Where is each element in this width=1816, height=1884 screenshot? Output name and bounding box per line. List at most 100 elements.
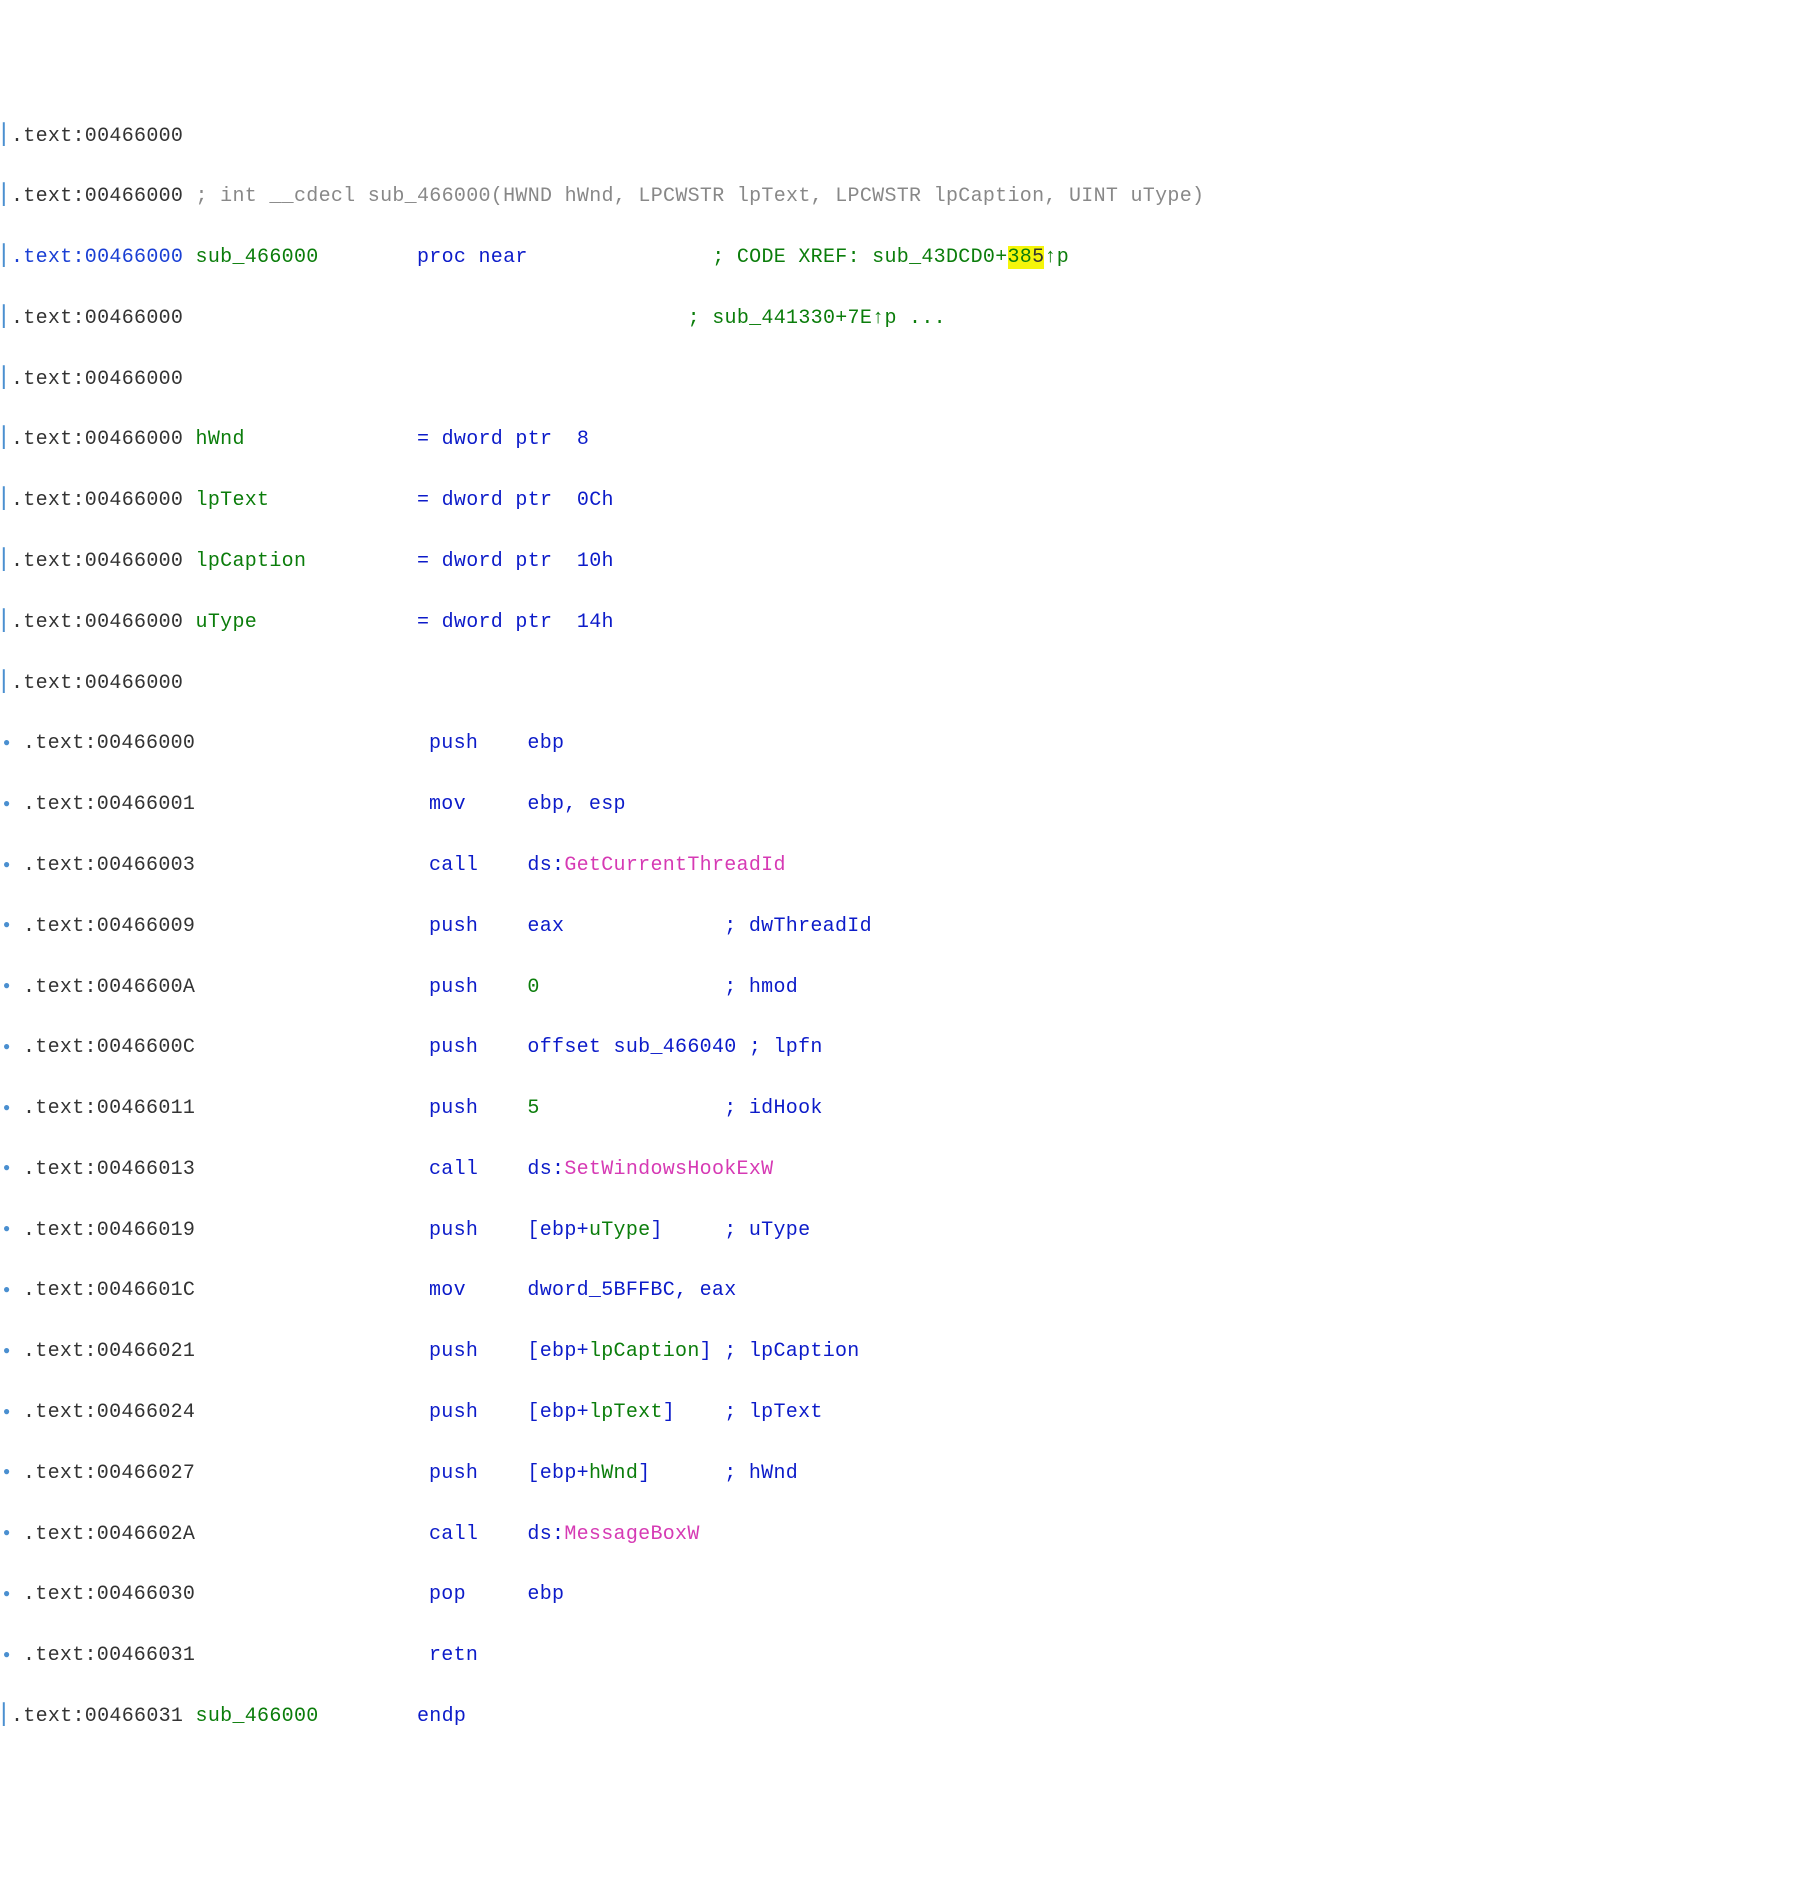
fold-bar-icon: ▏: [3, 182, 11, 212]
breakpoint-icon[interactable]: ●: [3, 977, 23, 995]
address: .text:00466011: [23, 1097, 195, 1120]
breakpoint-icon[interactable]: ●: [3, 1646, 23, 1664]
fold-bar-icon: ▏: [3, 547, 11, 577]
xref[interactable]: ; sub_441330+7E↑p ...: [688, 307, 946, 330]
address: .text:00466021: [23, 1340, 195, 1363]
operand: ebp, esp: [527, 793, 625, 816]
breakpoint-icon[interactable]: ●: [3, 1403, 23, 1421]
disasm-line[interactable]: ●.text:0046600C push offset sub_466040 ;…: [3, 1033, 1816, 1063]
local-var[interactable]: uType: [196, 611, 258, 634]
address: .text:0046600A: [23, 976, 195, 999]
disasm-line[interactable]: ●.text:0046602A call ds:MessageBoxW: [3, 1520, 1816, 1550]
breakpoint-icon[interactable]: ●: [3, 1524, 23, 1542]
breakpoint-icon[interactable]: ●: [3, 916, 23, 934]
arg-comment: ; hWnd: [724, 1462, 798, 1485]
local-var-ref[interactable]: lpText: [589, 1401, 663, 1424]
api-call[interactable]: SetWindowsHookExW: [564, 1158, 773, 1181]
breakpoint-icon[interactable]: ●: [3, 856, 23, 874]
local-var[interactable]: lpCaption: [196, 550, 307, 573]
breakpoint-icon[interactable]: ●: [3, 1038, 23, 1056]
operand: ]: [663, 1401, 675, 1424]
disasm-line[interactable]: ▏.text:00466000 sub_466000 proc near ; C…: [3, 243, 1816, 273]
local-var-ref[interactable]: hWnd: [589, 1462, 638, 1485]
address: .text:0046601C: [23, 1279, 195, 1302]
breakpoint-icon[interactable]: ●: [3, 795, 23, 813]
disasm-line[interactable]: ●.text:00466031 retn: [3, 1641, 1816, 1671]
operand: ]: [650, 1219, 662, 1242]
disasm-line[interactable]: ●.text:00466019 push [ebp+uType] ; uType: [3, 1216, 1816, 1246]
breakpoint-icon[interactable]: ●: [3, 1342, 23, 1360]
address: .text:00466000: [11, 550, 183, 573]
address: .text:00466000: [11, 611, 183, 634]
disasm-line[interactable]: ▏.text:00466000 hWnd = dword ptr 8: [3, 425, 1816, 455]
address: .text:00466000: [11, 672, 183, 695]
disasm-line[interactable]: ●.text:00466001 mov ebp, esp: [3, 790, 1816, 820]
mnemonic: retn: [429, 1644, 478, 1667]
disasm-line[interactable]: ●.text:00466024 push [ebp+lpText] ; lpTe…: [3, 1398, 1816, 1428]
disasm-line[interactable]: ●.text:00466030 pop ebp: [3, 1580, 1816, 1610]
address: .text:00466019: [23, 1219, 195, 1242]
proc-name[interactable]: sub_466000: [196, 1705, 319, 1728]
local-var-ref[interactable]: lpCaption: [589, 1340, 700, 1363]
operand: 0: [527, 976, 539, 999]
disasm-line[interactable]: ●.text:0046601C mov dword_5BFFBC, eax: [3, 1276, 1816, 1306]
fold-bar-icon: ▏: [3, 122, 11, 152]
mnemonic: push: [429, 1340, 478, 1363]
address: .text:00466031: [23, 1644, 195, 1667]
operand: ebp: [527, 732, 564, 755]
breakpoint-icon[interactable]: ●: [3, 1585, 23, 1603]
operand-symbol[interactable]: sub_466040: [614, 1036, 737, 1059]
operand: ebp: [527, 1583, 564, 1606]
proc-name[interactable]: sub_466000: [196, 246, 319, 269]
disasm-line[interactable]: ▏.text:00466000: [3, 669, 1816, 699]
breakpoint-icon[interactable]: ●: [3, 1159, 23, 1177]
breakpoint-icon[interactable]: ●: [3, 1220, 23, 1238]
breakpoint-icon[interactable]: ●: [3, 1281, 23, 1299]
local-var[interactable]: hWnd: [196, 428, 245, 451]
var-def: = dword ptr 14h: [417, 611, 614, 634]
local-var[interactable]: lpText: [196, 489, 270, 512]
operand: [ebp+: [527, 1340, 589, 1363]
mnemonic: push: [429, 1462, 478, 1485]
operand: ]: [700, 1340, 712, 1363]
operand: [ebp+: [527, 1219, 589, 1242]
api-call[interactable]: GetCurrentThreadId: [564, 854, 785, 877]
xref[interactable]: ; CODE XREF: sub_43DCD0+385↑p: [712, 246, 1069, 269]
address: .text:00466000: [11, 307, 183, 330]
disasm-line[interactable]: ▏.text:00466000 uType = dword ptr 14h: [3, 608, 1816, 638]
disasm-line[interactable]: ▏.text:00466031 sub_466000 endp: [3, 1702, 1816, 1732]
fold-bar-icon: ▏: [3, 425, 11, 455]
breakpoint-icon[interactable]: ●: [3, 734, 23, 752]
disasm-line[interactable]: ▏.text:00466000 lpCaption = dword ptr 10…: [3, 547, 1816, 577]
var-def: = dword ptr 0Ch: [417, 489, 614, 512]
disasm-line[interactable]: ●.text:00466011 push 5 ; idHook: [3, 1094, 1816, 1124]
disasm-line[interactable]: ▏.text:00466000 ; sub_441330+7E↑p ...: [3, 304, 1816, 334]
arg-comment: ; hmod: [724, 976, 798, 999]
operand: ]: [638, 1462, 650, 1485]
arg-comment: ; idHook: [724, 1097, 822, 1120]
arg-comment: ; lpCaption: [724, 1340, 859, 1363]
address: .text:00466027: [23, 1462, 195, 1485]
disasm-line[interactable]: ●.text:00466021 push [ebp+lpCaption] ; l…: [3, 1337, 1816, 1367]
disasm-line[interactable]: ▏.text:00466000 ; int __cdecl sub_466000…: [3, 182, 1816, 212]
breakpoint-icon[interactable]: ●: [3, 1099, 23, 1117]
arg-comment: ; uType: [724, 1219, 810, 1242]
breakpoint-icon[interactable]: ●: [3, 1463, 23, 1481]
address: .text:00466000: [11, 489, 183, 512]
disasm-line[interactable]: ●.text:0046600A push 0 ; hmod: [3, 973, 1816, 1003]
disasm-line[interactable]: ▏.text:00466000: [3, 122, 1816, 152]
disasm-line[interactable]: ●.text:00466000 push ebp: [3, 729, 1816, 759]
mnemonic: push: [429, 1036, 478, 1059]
api-call[interactable]: MessageBoxW: [564, 1523, 699, 1546]
local-var-ref[interactable]: uType: [589, 1219, 651, 1242]
disasm-line[interactable]: ●.text:00466009 push eax ; dwThreadId: [3, 912, 1816, 942]
disasm-line[interactable]: ▏.text:00466000 lpText = dword ptr 0Ch: [3, 486, 1816, 516]
mnemonic: pop: [429, 1583, 466, 1606]
operand: offset: [527, 1036, 601, 1059]
disasm-line[interactable]: ●.text:00466013 call ds:SetWindowsHookEx…: [3, 1155, 1816, 1185]
disasm-line[interactable]: ●.text:00466027 push [ebp+hWnd] ; hWnd: [3, 1459, 1816, 1489]
disasm-line[interactable]: ▏.text:00466000: [3, 365, 1816, 395]
disasm-line[interactable]: ●.text:00466003 call ds:GetCurrentThread…: [3, 851, 1816, 881]
address: .text:00466000: [11, 125, 183, 148]
operand: 5: [527, 1097, 539, 1120]
